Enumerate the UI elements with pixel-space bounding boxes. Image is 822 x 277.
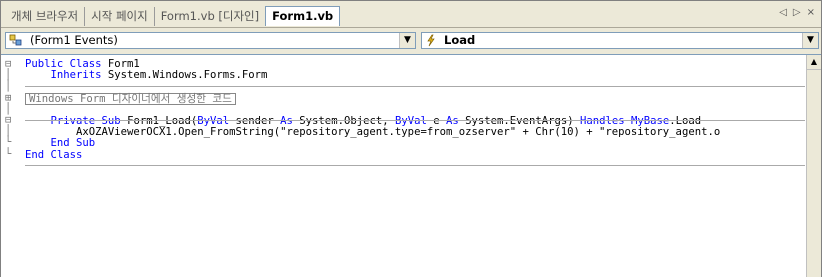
- vertical-scrollbar[interactable]: ▲: [806, 55, 821, 277]
- chevron-down-icon[interactable]: ▼: [399, 33, 415, 48]
- procedure-separator: [25, 86, 805, 87]
- keyword: Handles: [579, 115, 625, 128]
- keyword: As: [446, 115, 459, 128]
- method-name-dropdown[interactable]: Load ▼: [421, 32, 819, 49]
- scroll-up-icon[interactable]: ▲: [807, 55, 821, 70]
- keyword: As: [280, 115, 293, 128]
- keyword: End Sub: [50, 137, 96, 150]
- keyword: Public Class: [25, 58, 102, 70]
- document-tab-strip: 개체 브라우저 시작 페이지 Form1.vb [디자인] Form1.vb ◁…: [1, 1, 821, 28]
- outline-line: └: [5, 136, 12, 149]
- class-name-dropdown[interactable]: (Form1 Events) ▼: [5, 32, 416, 49]
- class-events-icon: [9, 34, 23, 50]
- collapsed-region[interactable]: Windows Form 디자이너에서 생성한 코드: [25, 92, 236, 105]
- scroll-right-icon[interactable]: ▷: [793, 7, 801, 18]
- source-code: Public Class Form1 Inherits System.Windo…: [25, 58, 805, 161]
- code-editor-window: 개체 브라우저 시작 페이지 Form1.vb [디자인] Form1.vb ◁…: [0, 0, 822, 277]
- keyword: ByVal: [394, 115, 427, 128]
- close-icon[interactable]: ×: [807, 7, 815, 18]
- scroll-left-icon[interactable]: ◁: [779, 7, 787, 18]
- code-line-region: Windows Form 디자이너에서 생성한 코드: [25, 92, 805, 105]
- code-text: .Load: [669, 115, 702, 128]
- keyword: End Class: [25, 148, 83, 161]
- code-text: AxOZAViewerOCX1.Open_FromString("reposit…: [76, 126, 721, 139]
- code-line-inherits: Inherits System.Windows.Forms.Form: [25, 70, 805, 81]
- code-text: Form1: [101, 58, 140, 70]
- code-line-call: AxOZAViewerOCX1.Open_FromString("reposit…: [25, 127, 805, 138]
- outline-line: └: [5, 147, 12, 160]
- lightning-event-icon: [425, 34, 437, 50]
- code-text: Form1_Load(: [120, 115, 198, 128]
- tab-navigation: ◁ ▷ ×: [779, 7, 815, 18]
- navigation-bar: (Form1 Events) ▼ Load ▼: [1, 28, 821, 52]
- code-text: System.Windows.Forms.Form: [101, 69, 268, 82]
- keyword: Inherits: [50, 69, 102, 82]
- procedure-separator: [25, 165, 805, 166]
- keyword: MyBase: [631, 115, 670, 128]
- code-text: sender: [229, 115, 281, 128]
- document-tabs: 개체 브라우저 시작 페이지 Form1.vb [디자인] Form1.vb: [5, 6, 341, 26]
- tab-form1-design[interactable]: Form1.vb [디자인]: [155, 7, 265, 26]
- tab-form1-code[interactable]: Form1.vb: [265, 6, 341, 26]
- code-line-endsub: End Sub: [25, 138, 805, 149]
- procedure-separator: [25, 120, 805, 121]
- keyword: Private Sub: [50, 115, 121, 128]
- tab-object-browser[interactable]: 개체 브라우저: [5, 7, 86, 26]
- keyword: ByVal: [197, 115, 230, 128]
- code-text: System.Object,: [292, 115, 395, 128]
- code-editor[interactable]: ⊟ │ │ ⊞ │ ⊟ │ └ └ Public Class Form1 Inh…: [1, 54, 821, 277]
- chevron-down-icon[interactable]: ▼: [802, 33, 818, 48]
- tab-start-page[interactable]: 시작 페이지: [85, 7, 155, 26]
- outline-line: │: [5, 80, 12, 93]
- code-text: System.EventArgs): [458, 115, 580, 128]
- class-dropdown-value: (Form1 Events): [30, 33, 118, 47]
- method-dropdown-value: Load: [444, 33, 476, 47]
- code-line-endclass: End Class: [25, 148, 805, 161]
- code-text: e: [426, 115, 447, 128]
- outline-gutter: ⊟ │ │ ⊞ │ ⊟ │ └ └: [5, 58, 19, 160]
